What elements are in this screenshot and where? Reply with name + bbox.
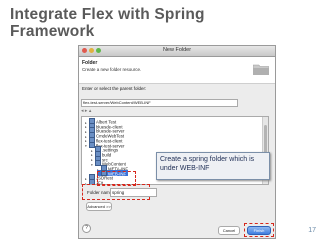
folder-icon <box>253 64 269 75</box>
folder-name-input[interactable]: spring <box>110 188 157 197</box>
dialog-titlebar: New Folder <box>79 46 275 57</box>
back-arrow-icon[interactable]: ◂ <box>81 108 84 114</box>
help-button[interactable]: ? <box>82 224 91 233</box>
instruction-callout: Create a spring folder which is under WE… <box>156 152 270 180</box>
parent-path-input[interactable]: flex-test-server/WebContent/WEB-INF <box>81 99 238 107</box>
dialog-title: New Folder <box>162 47 192 53</box>
scrollbar-thumb[interactable] <box>264 125 267 155</box>
advanced-button[interactable]: Advanced >> <box>86 202 112 211</box>
tree-toolbar: ◂ ▸ ▴ <box>81 108 91 114</box>
forward-arrow-icon[interactable]: ▸ <box>85 108 88 114</box>
header-description: Create a new folder resource. <box>82 67 142 72</box>
page-number: 17 <box>308 227 316 234</box>
header-title: Folder <box>82 60 98 66</box>
slide-title: Integrate Flex with Spring Framework <box>10 6 205 40</box>
dialog-header: Folder Create a new folder resource. <box>79 57 275 84</box>
cancel-button[interactable]: Cancel <box>218 226 240 235</box>
parent-folder-prompt: Enter or select the parent folder: <box>82 86 147 91</box>
highlight-finish <box>244 223 274 237</box>
up-arrow-icon[interactable]: ▴ <box>89 108 92 114</box>
